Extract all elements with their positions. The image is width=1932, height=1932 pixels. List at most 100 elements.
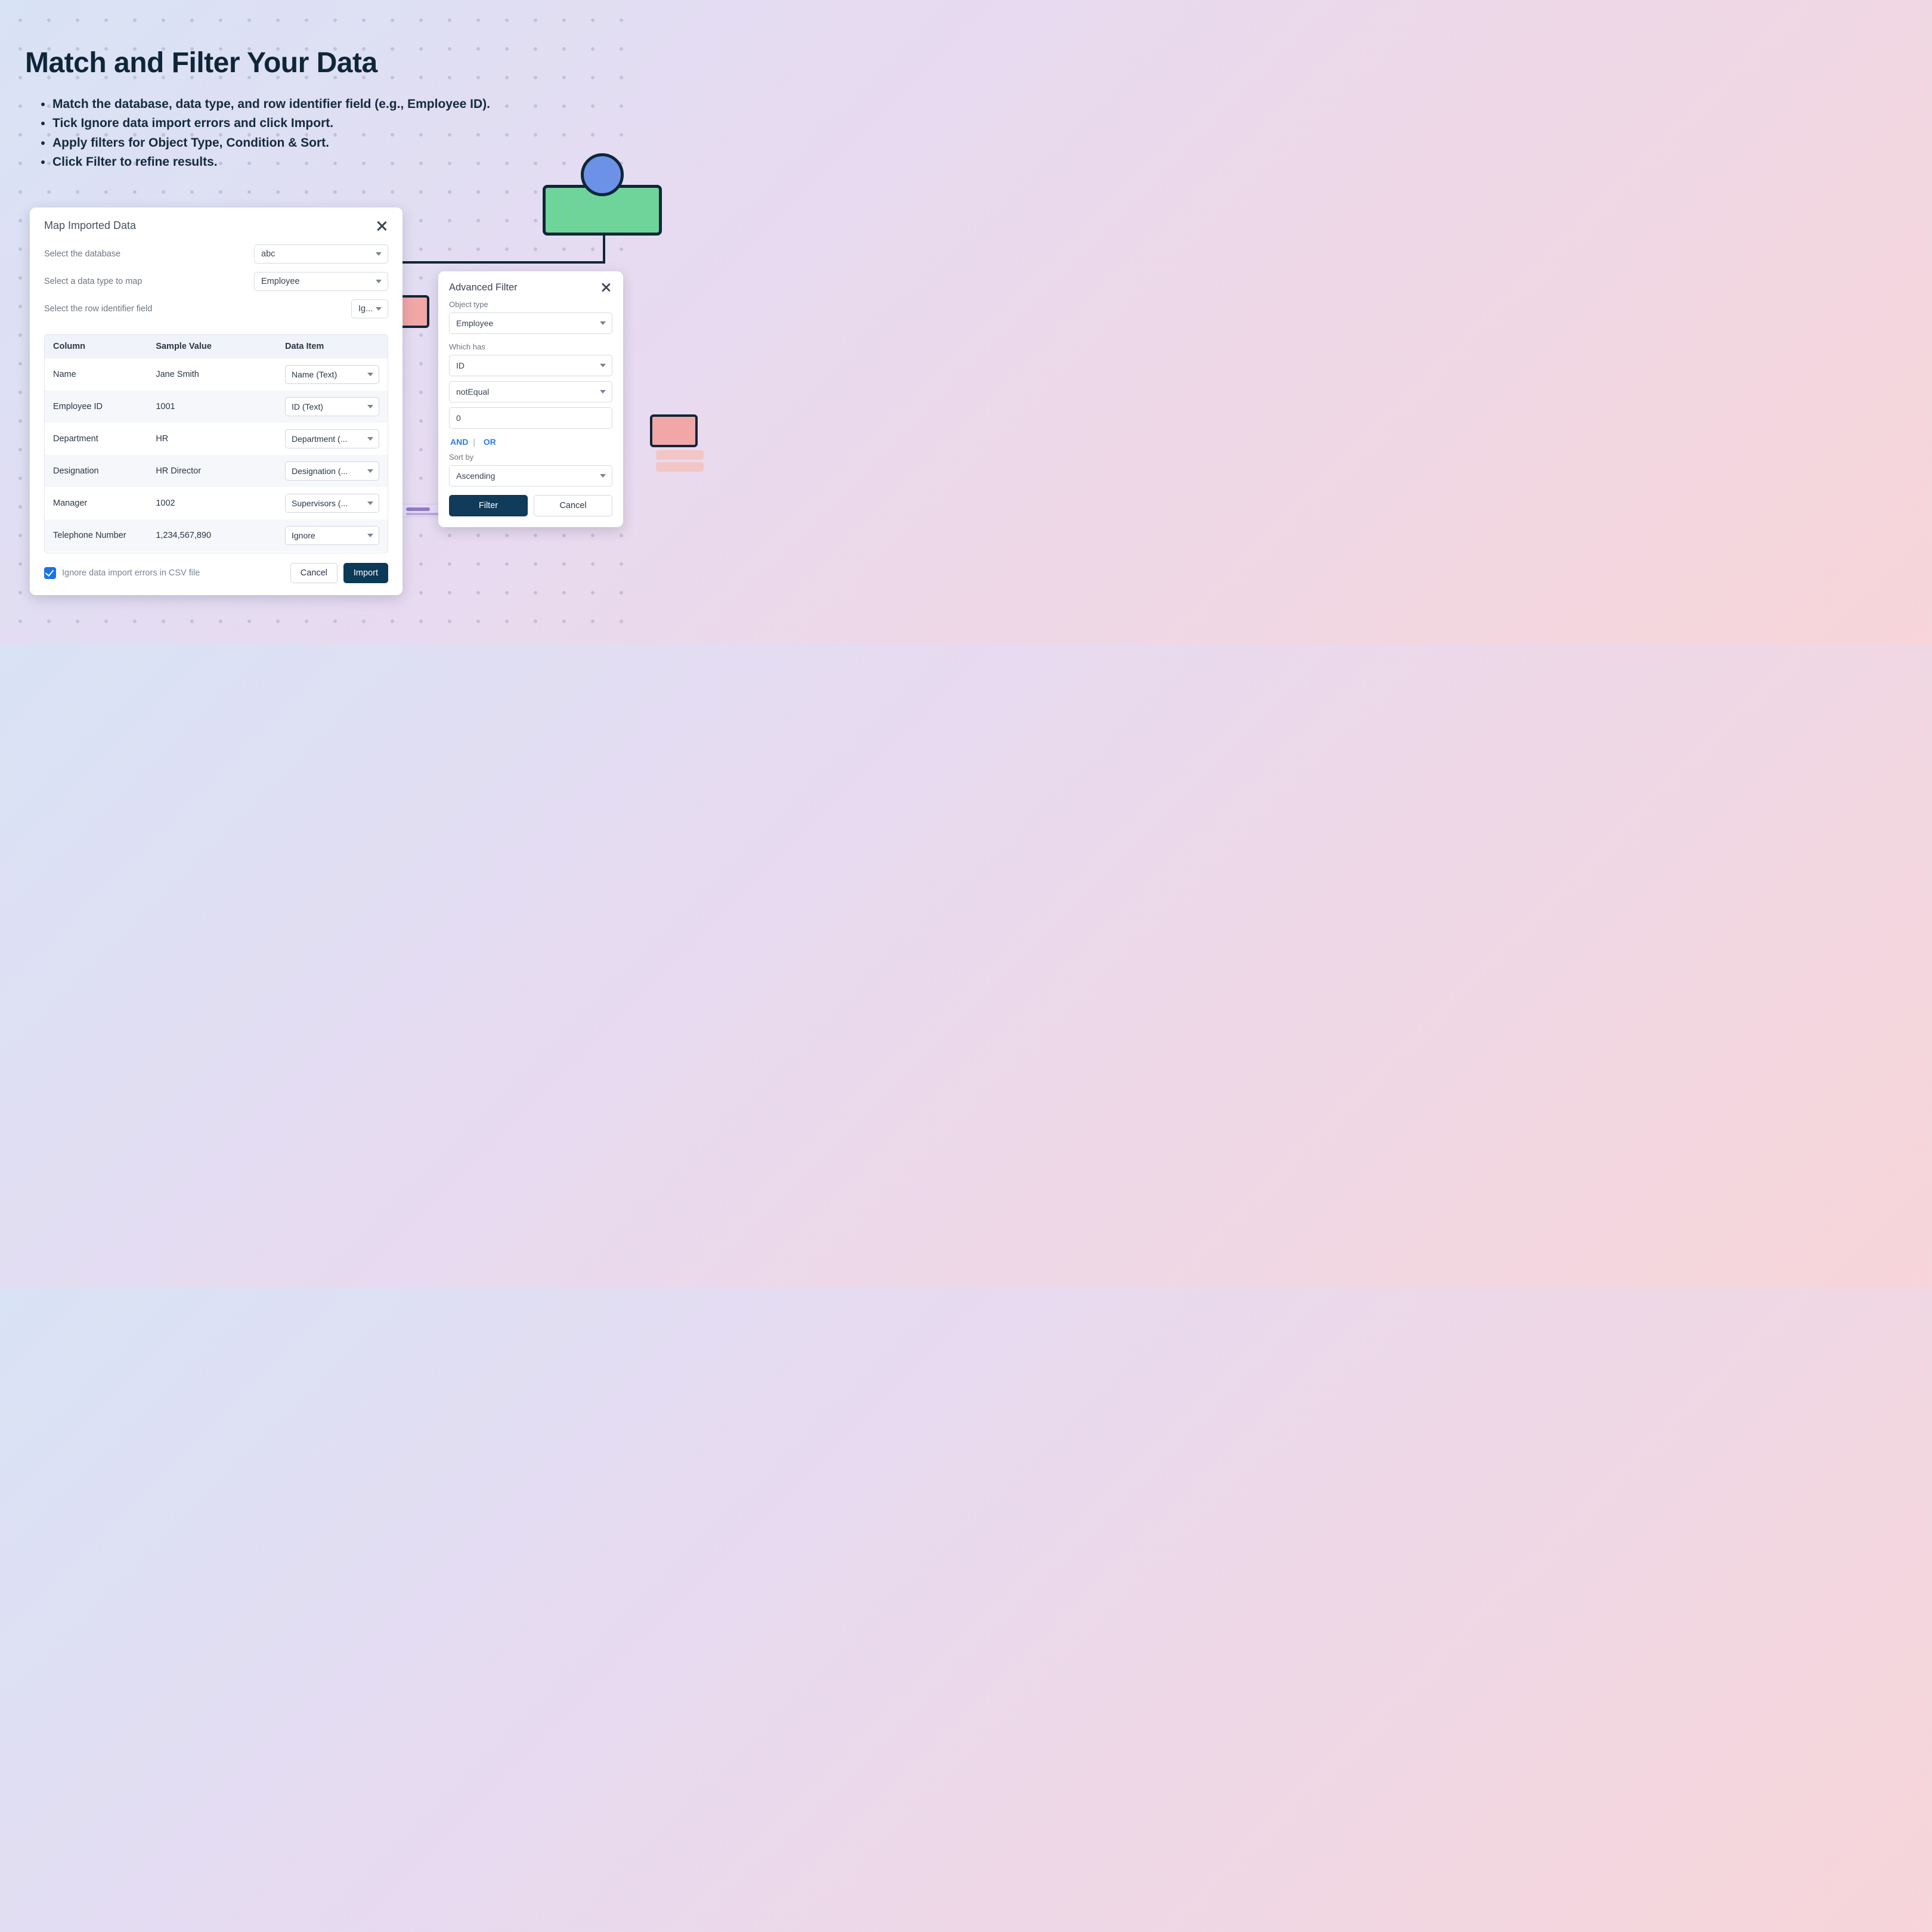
sort-select[interactable]: Ascending xyxy=(449,465,612,487)
chevron-down-icon xyxy=(600,474,606,478)
orgchart-node xyxy=(650,414,698,447)
dataitem-value: ID (Text) xyxy=(292,402,323,411)
dataitem-value: Department (... xyxy=(292,434,347,444)
sort-value: Ascending xyxy=(456,471,495,481)
cell-sample: 1002 xyxy=(147,487,277,519)
label-datatype: Select a data type to map xyxy=(44,277,246,286)
cell-dataitem: Ignore xyxy=(277,552,388,553)
label-rowid: Select the row identifier field xyxy=(44,304,343,314)
dataitem-value: Ignore xyxy=(292,531,315,540)
dataitem-select[interactable]: Supervisors (... xyxy=(285,494,379,513)
condition-field-value: ID xyxy=(456,361,465,370)
col-header-column: Column xyxy=(45,335,147,358)
col-header-sample: Sample Value xyxy=(147,335,277,358)
chevron-down-icon xyxy=(376,307,382,311)
condition-value-input[interactable]: 0 xyxy=(449,407,612,429)
dataitem-select[interactable]: Ignore xyxy=(285,526,379,545)
page-title: Match and Filter Your Data xyxy=(25,47,377,79)
logic-or[interactable]: OR xyxy=(484,437,496,447)
close-icon[interactable] xyxy=(375,219,388,233)
chevron-down-icon xyxy=(367,534,373,537)
orgchart-stripe xyxy=(656,450,704,460)
dialog-title: Map Imported Data xyxy=(44,219,136,232)
cell-sample: 1001 xyxy=(147,391,277,423)
cell-column: Manager xyxy=(45,487,147,519)
condition-operator-select[interactable]: notEqual xyxy=(449,381,612,402)
chevron-down-icon xyxy=(367,469,373,473)
cell-dataitem: ID (Text) xyxy=(277,391,388,423)
chevron-down-icon xyxy=(600,390,606,394)
dataitem-value: Supervisors (... xyxy=(292,499,348,508)
dataitem-select[interactable]: Designation (... xyxy=(285,462,379,481)
chevron-down-icon xyxy=(367,373,373,376)
table-row: Employee ID1001 ID (Text) xyxy=(45,391,388,423)
cell-dataitem: Department (... xyxy=(277,423,388,455)
bullet-item: Click Filter to refine results. xyxy=(52,153,490,171)
cell-column: Employee ID xyxy=(45,391,147,423)
table-row: Emailjane.smith@example.comIgnore xyxy=(45,552,388,553)
condition-operator-value: notEqual xyxy=(456,387,489,397)
chevron-down-icon xyxy=(376,280,382,283)
cell-column: Designation xyxy=(45,455,147,487)
object-type-select[interactable]: Employee xyxy=(449,312,612,334)
rowid-select-value: Ig... xyxy=(358,304,373,314)
condition-value: 0 xyxy=(456,413,461,423)
cancel-button[interactable]: Cancel xyxy=(290,563,338,583)
rowid-select[interactable]: Ig... xyxy=(351,299,388,318)
cell-column: Department xyxy=(45,423,147,455)
object-type-value: Employee xyxy=(456,318,493,328)
condition-field-select[interactable]: ID xyxy=(449,355,612,376)
bullet-item: Apply filters for Object Type, Condition… xyxy=(52,134,490,152)
ignore-errors-checkbox[interactable] xyxy=(44,567,56,579)
chevron-down-icon xyxy=(600,321,606,325)
database-select[interactable]: abc xyxy=(254,244,388,264)
label-database: Select the database xyxy=(44,249,246,259)
close-icon[interactable] xyxy=(600,281,612,293)
cell-sample: HR Director xyxy=(147,455,277,487)
import-button[interactable]: Import xyxy=(343,563,388,583)
mapping-table: Column Sample Value Data Item NameJane S… xyxy=(44,334,388,553)
ignore-errors-label: Ignore data import errors in CSV file xyxy=(62,568,284,578)
database-select-value: abc xyxy=(261,249,275,259)
table-row: NameJane Smith Name (Text) xyxy=(45,358,388,391)
label-sort-by: Sort by xyxy=(449,453,612,462)
cell-sample: Jane Smith xyxy=(147,358,277,391)
logic-divider: | xyxy=(473,437,475,447)
table-row: DepartmentHRDepartment (... xyxy=(45,423,388,455)
cell-dataitem: Ignore xyxy=(277,519,388,552)
orgchart-avatar xyxy=(581,153,624,196)
table-row: DesignationHR Director Designation (... xyxy=(45,455,388,487)
advanced-filter-dialog: Advanced Filter Object type Employee Whi… xyxy=(438,271,623,527)
orgchart-connector xyxy=(603,236,605,262)
cell-column: Email xyxy=(45,552,147,553)
dataitem-select[interactable]: Department (... xyxy=(285,429,379,448)
chevron-down-icon xyxy=(367,501,373,505)
map-imported-data-dialog: Map Imported Data Select the database ab… xyxy=(30,208,402,595)
dataitem-value: Designation (... xyxy=(292,466,348,476)
chevron-down-icon xyxy=(367,437,373,441)
cell-column: Telephone Number xyxy=(45,519,147,552)
table-row: Telephone Number1,234,567,890Ignore xyxy=(45,519,388,552)
cell-dataitem: Supervisors (... xyxy=(277,487,388,519)
bullet-item: Match the database, data type, and row i… xyxy=(52,95,490,113)
dataitem-value: Name (Text) xyxy=(292,370,337,379)
logic-and[interactable]: AND xyxy=(450,437,468,447)
filter-button[interactable]: Filter xyxy=(449,495,528,516)
cell-sample: jane.smith@example.com xyxy=(147,552,277,553)
dataitem-select[interactable]: ID (Text) xyxy=(285,397,379,416)
cancel-button[interactable]: Cancel xyxy=(534,495,612,516)
instruction-list: Match the database, data type, and row i… xyxy=(52,95,490,173)
dialog-title: Advanced Filter xyxy=(449,282,518,293)
chevron-down-icon xyxy=(376,252,382,256)
cell-dataitem: Name (Text) xyxy=(277,358,388,391)
orgchart-connector xyxy=(382,261,605,264)
dataitem-select[interactable]: Name (Text) xyxy=(285,365,379,384)
datatype-select[interactable]: Employee xyxy=(254,272,388,291)
chevron-down-icon xyxy=(600,364,606,367)
label-which-has: Which has xyxy=(449,342,612,351)
table-row: Manager1002 Supervisors (... xyxy=(45,487,388,519)
cell-column: Name xyxy=(45,358,147,391)
datatype-select-value: Employee xyxy=(261,277,299,286)
col-header-dataitem: Data Item xyxy=(277,335,388,358)
cell-sample: 1,234,567,890 xyxy=(147,519,277,552)
